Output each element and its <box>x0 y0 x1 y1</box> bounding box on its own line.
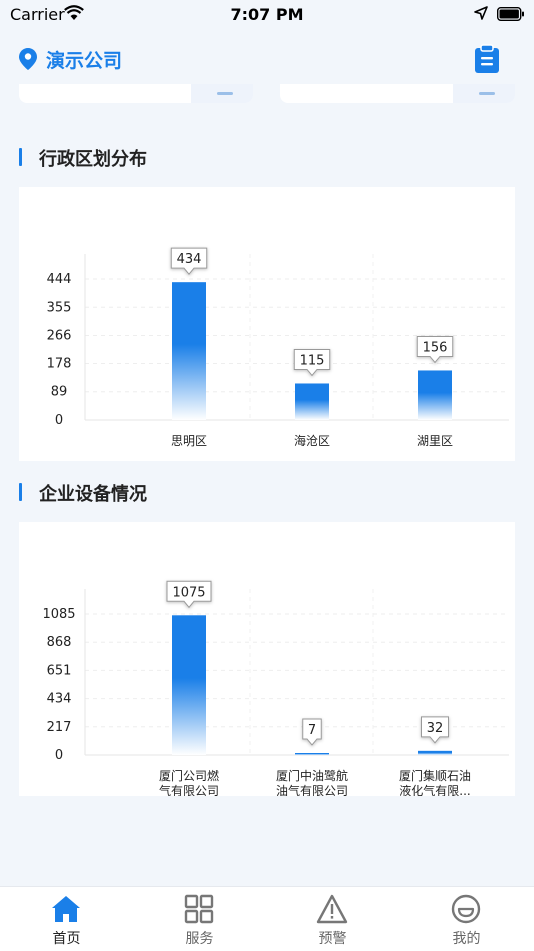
section-title-text: 行政区划分布 <box>39 149 147 170</box>
y-tick-label: 1085 <box>42 607 75 622</box>
y-tick-label: 89 <box>51 385 68 400</box>
clipboard-icon[interactable] <box>474 44 500 74</box>
y-tick-label: 178 <box>47 356 72 371</box>
data-label: 7 <box>308 723 316 738</box>
home-icon <box>52 896 80 922</box>
bottom-tab-bar: 首页 服务 预警 我的 <box>0 886 534 951</box>
y-tick-label: 0 <box>55 413 63 428</box>
tab-home[interactable]: 首页 <box>0 887 133 951</box>
y-tick-label: 651 <box>47 663 72 678</box>
y-tick-label: 355 <box>47 300 72 315</box>
equipment-bar-chart: 0 217 434 651 868 1085 1075 厦门公司燃气有限公司 7 厦门中油鹭航油气… <box>42 580 509 796</box>
bar <box>418 750 452 755</box>
tab-label: 预警 <box>318 931 347 947</box>
category-label: 海沧区 <box>294 433 330 448</box>
district-bar-chart: 0 89 178 266 355 444 434 思明区 115 海沧区 156 湖里区 <box>47 247 509 448</box>
warning-icon <box>316 894 348 924</box>
bar <box>295 383 329 420</box>
bar <box>172 282 206 420</box>
y-tick-label: 266 <box>47 329 72 344</box>
smile-icon <box>451 894 481 924</box>
category-label: 厦门公司燃 <box>159 768 219 783</box>
tab-label: 服务 <box>185 931 214 947</box>
category-label: 厦门集顺石油 <box>399 768 471 783</box>
data-label: 1075 <box>172 585 205 600</box>
category-label: 思明区 <box>171 434 207 448</box>
card-tab <box>453 84 515 103</box>
summary-card-left[interactable] <box>19 84 253 103</box>
data-label: 434 <box>177 252 202 267</box>
tab-label: 首页 <box>52 931 81 947</box>
equipment-chart-card: 0 217 434 651 868 1085 1075 厦门公司燃 气有限公司 7 厦门中油鹭航 油气… <box>19 522 515 796</box>
battery-icon <box>497 7 524 21</box>
clock: 7:07 PM <box>230 5 304 24</box>
location-arrow-icon <box>474 6 488 20</box>
summary-card-right[interactable] <box>280 84 515 103</box>
category-label: 湖里区 <box>417 433 453 448</box>
category-label: 液化气有限... <box>399 783 470 796</box>
tab-warning[interactable]: 预警 <box>266 887 399 951</box>
grid-icon <box>184 894 214 924</box>
y-tick-label: 0 <box>55 748 63 763</box>
top-bar: 演示公司 <box>0 40 534 80</box>
card-tab <box>191 84 253 103</box>
y-tick-label: 434 <box>47 692 72 707</box>
tab-service[interactable]: 服务 <box>133 887 266 951</box>
data-label: 115 <box>300 353 325 368</box>
tab-label: 我的 <box>452 931 481 947</box>
section-title-text: 企业设备情况 <box>39 484 147 505</box>
bar <box>418 370 452 420</box>
district-chart-card: 0 89 178 266 355 444 434 思明区 115 海沧区 156 湖里区 <box>19 187 515 461</box>
title-accent-bar <box>19 148 22 166</box>
y-tick-label: 217 <box>47 720 72 735</box>
bar <box>172 615 206 755</box>
data-label: 156 <box>423 340 448 355</box>
category-label: 厦门中油鹭航 <box>276 768 348 783</box>
category-label: 气有限公司 <box>159 783 219 796</box>
tab-mine[interactable]: 我的 <box>400 887 533 951</box>
bar <box>295 753 329 755</box>
location-pin-icon[interactable] <box>19 48 37 70</box>
title-accent-bar <box>19 483 22 501</box>
data-label: 32 <box>427 721 444 736</box>
y-tick-label: 868 <box>47 635 72 650</box>
status-bar: Carrier 7:07 PM <box>0 0 534 30</box>
y-tick-label: 444 <box>47 272 72 287</box>
category-label: 油气有限公司 <box>276 783 348 796</box>
company-selector[interactable]: 演示公司 <box>46 46 122 73</box>
